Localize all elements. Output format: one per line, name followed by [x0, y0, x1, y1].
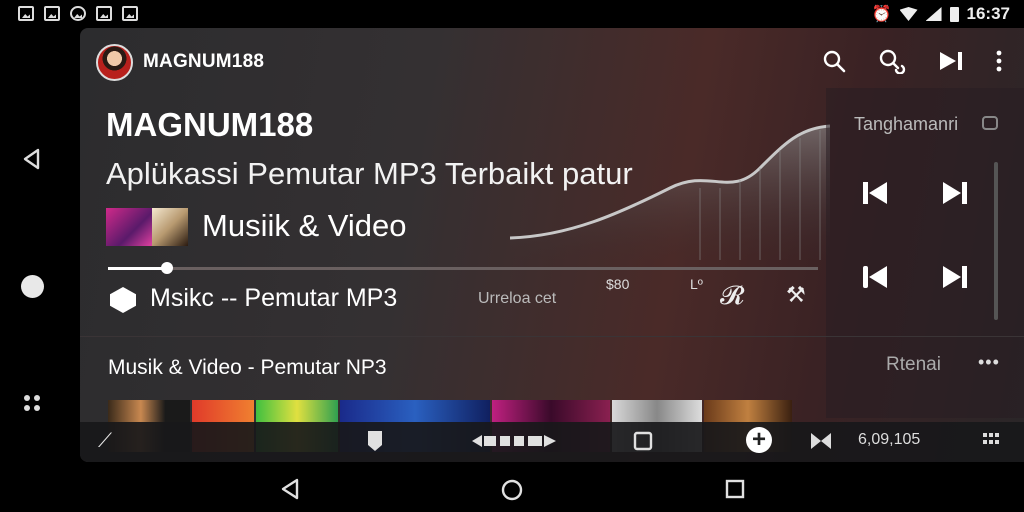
section-more-link[interactable]: Rtenai — [886, 354, 941, 376]
bottom-toolbar: ⟋ + 6,09,105 — [80, 422, 1024, 462]
home-icon[interactable] — [500, 478, 524, 502]
warning-icon — [122, 6, 138, 21]
skip-previous-icon[interactable] — [860, 262, 890, 292]
playlist-icon[interactable] — [472, 434, 556, 448]
status-bar: ⏰ 16:37 — [0, 0, 1024, 28]
grid-icon[interactable] — [982, 432, 1000, 450]
equalizer-icon[interactable]: ⚒ — [786, 282, 806, 308]
music-player-window: MAGNUM188 MAGNUM188 Aplükassi Pemutar MP… — [80, 28, 1024, 462]
wifi-icon — [899, 7, 918, 21]
skip-next-icon[interactable] — [940, 178, 970, 208]
skip-previous-icon[interactable] — [860, 178, 890, 208]
now-playing-status: Urreloa cet — [478, 290, 557, 307]
waveform-visual — [510, 124, 830, 260]
apps-grid-icon[interactable] — [24, 395, 44, 415]
chat-icon[interactable] — [982, 116, 998, 130]
alarm-icon: ⏰ — [871, 6, 892, 23]
back-icon[interactable] — [280, 478, 300, 500]
signal-icon — [925, 7, 942, 21]
shuffle-icon[interactable] — [810, 431, 832, 451]
category-thumbnails — [106, 208, 188, 246]
photo-icon — [96, 6, 112, 21]
recents-icon[interactable] — [724, 478, 746, 500]
add-icon[interactable]: + — [746, 427, 772, 453]
music-icon — [110, 287, 136, 313]
section-more-icon[interactable]: ••• — [978, 352, 1000, 373]
home-button[interactable] — [21, 275, 44, 298]
duration-label: 6,09,105 — [858, 431, 921, 448]
battery-icon — [949, 6, 959, 22]
now-playing-label: Lº — [690, 276, 703, 292]
search-settings-icon[interactable] — [878, 48, 906, 74]
app-name: MAGNUM188 — [143, 51, 265, 72]
seek-bar-progress — [108, 267, 166, 270]
notification-icons — [18, 6, 138, 21]
side-panel-title: Tanghamanri — [854, 114, 959, 134]
page-title: MAGNUM188 — [106, 106, 314, 143]
now-playing-price: $80 — [606, 276, 630, 292]
edit-icon[interactable]: ⟋ — [98, 426, 112, 456]
microphone-icon[interactable]: 𝓡 — [720, 280, 744, 312]
divider — [80, 336, 1024, 337]
now-playing-title: Msikc -- Pemutar MP3 — [150, 284, 398, 312]
search-icon[interactable] — [822, 49, 846, 73]
more-icon[interactable] — [996, 50, 1002, 72]
skip-next-icon[interactable] — [938, 50, 964, 72]
gallery-icon — [18, 6, 34, 21]
scrollbar[interactable] — [994, 162, 998, 320]
avatar[interactable] — [96, 43, 133, 81]
back-icon[interactable] — [22, 148, 40, 170]
header-actions — [822, 48, 1002, 74]
thumbnail-image — [106, 208, 152, 246]
image-icon — [44, 6, 60, 21]
app-header: MAGNUM188 — [96, 42, 264, 82]
category-label: Musiik & Video — [202, 208, 407, 243]
tag-icon[interactable] — [366, 429, 384, 453]
system-nav-bar — [0, 462, 1024, 512]
system-icons: ⏰ 16:37 — [872, 4, 1010, 24]
square-icon[interactable] — [632, 430, 654, 452]
navigation-bar — [0, 28, 80, 462]
seek-bar[interactable] — [108, 267, 818, 270]
seek-bar-handle[interactable] — [161, 262, 173, 274]
clock: 16:37 — [966, 4, 1010, 23]
section-title: Musik & Video - Pemutar NP3 — [108, 356, 387, 379]
sync-icon — [70, 6, 86, 21]
thumbnail-image — [152, 208, 188, 246]
skip-next-icon[interactable] — [940, 262, 970, 292]
